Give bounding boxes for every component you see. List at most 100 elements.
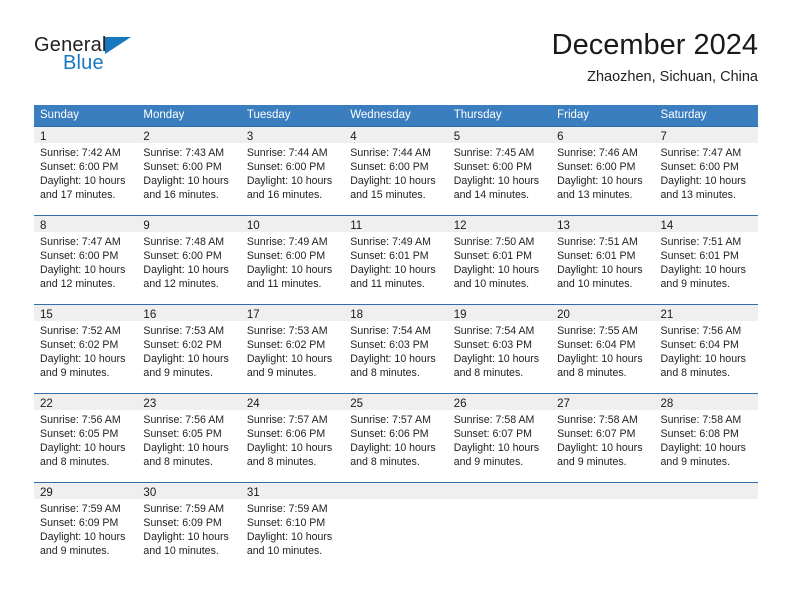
day-cell[interactable]: 27 Sunrise: 7:58 AM Sunset: 6:07 PM Dayl… bbox=[551, 394, 655, 482]
day-number: 12 bbox=[453, 220, 467, 232]
day-cell[interactable]: 7 Sunrise: 7:47 AM Sunset: 6:00 PM Dayli… bbox=[654, 127, 758, 215]
daylight-text-line1: Daylight: 10 hours bbox=[246, 531, 333, 543]
sunset-text: Sunset: 6:04 PM bbox=[660, 339, 739, 351]
daylight-text-line1: Daylight: 10 hours bbox=[660, 264, 746, 276]
daylight-text-line2: and 8 minutes. bbox=[246, 456, 317, 468]
sunrise-text: Sunrise: 7:48 AM bbox=[143, 236, 225, 248]
day-cell[interactable]: 22 Sunrise: 7:56 AM Sunset: 6:05 PM Dayl… bbox=[34, 394, 138, 482]
day-cell[interactable]: 9 Sunrise: 7:48 AM Sunset: 6:00 PM Dayli… bbox=[137, 216, 241, 304]
day-cell[interactable]: 1 Sunrise: 7:42 AM Sunset: 6:00 PM Dayli… bbox=[34, 127, 138, 215]
daylight-text-line2: and 12 minutes. bbox=[40, 278, 116, 290]
sunrise-text: Sunrise: 7:46 AM bbox=[557, 147, 638, 159]
weekday-header-sunday: Sunday bbox=[40, 109, 80, 121]
day-cell[interactable]: 15 Sunrise: 7:52 AM Sunset: 6:02 PM Dayl… bbox=[34, 305, 138, 393]
day-cell[interactable]: 17 Sunrise: 7:53 AM Sunset: 6:02 PM Dayl… bbox=[240, 305, 345, 393]
day-cell-empty bbox=[447, 483, 552, 571]
day-cell[interactable]: 26 Sunrise: 7:58 AM Sunset: 6:07 PM Dayl… bbox=[447, 394, 552, 482]
day-number: 9 bbox=[143, 220, 150, 232]
sunset-text: Sunset: 6:00 PM bbox=[557, 161, 636, 173]
day-cell[interactable]: 10 Sunrise: 7:49 AM Sunset: 6:00 PM Dayl… bbox=[240, 216, 345, 304]
day-cell[interactable]: 16 Sunrise: 7:53 AM Sunset: 6:02 PM Dayl… bbox=[137, 305, 241, 393]
sunrise-text: Sunrise: 7:59 AM bbox=[143, 503, 225, 515]
daylight-text-line2: and 8 minutes. bbox=[453, 367, 524, 379]
sunrise-text: Sunrise: 7:59 AM bbox=[40, 503, 121, 515]
day-number-band: 5 bbox=[447, 127, 552, 143]
day-details: Sunrise: 7:44 AM Sunset: 6:00 PM Dayligh… bbox=[241, 143, 344, 202]
daylight-text-line1: Daylight: 10 hours bbox=[350, 175, 436, 187]
day-details: Sunrise: 7:54 AM Sunset: 6:03 PM Dayligh… bbox=[344, 321, 447, 380]
calendar-page: General Blue December 2024 Zhaozhen, Sic… bbox=[0, 0, 792, 612]
day-cell[interactable]: 23 Sunrise: 7:56 AM Sunset: 6:05 PM Dayl… bbox=[137, 394, 241, 482]
day-number-band: 26 bbox=[447, 394, 552, 410]
daylight-text-line2: and 8 minutes. bbox=[350, 367, 420, 379]
daylight-text-line1: Daylight: 10 hours bbox=[40, 175, 126, 187]
day-cell[interactable]: 4 Sunrise: 7:44 AM Sunset: 6:00 PM Dayli… bbox=[344, 127, 448, 215]
general-blue-logo[interactable]: General Blue bbox=[34, 34, 154, 82]
day-details: Sunrise: 7:56 AM Sunset: 6:04 PM Dayligh… bbox=[655, 321, 758, 380]
day-details: Sunrise: 7:59 AM Sunset: 6:09 PM Dayligh… bbox=[137, 499, 240, 558]
daylight-text-line1: Daylight: 10 hours bbox=[143, 353, 229, 365]
daylight-text-line1: Daylight: 10 hours bbox=[143, 442, 229, 454]
day-number-band: 23 bbox=[137, 394, 241, 410]
daylight-text-line2: and 10 minutes. bbox=[246, 545, 323, 557]
daylight-text-line2: and 15 minutes. bbox=[350, 189, 426, 201]
daylight-text-line2: and 8 minutes. bbox=[40, 456, 110, 468]
sunrise-text: Sunrise: 7:42 AM bbox=[40, 147, 121, 159]
daylight-text-line1: Daylight: 10 hours bbox=[40, 531, 126, 543]
day-cell[interactable]: 19 Sunrise: 7:54 AM Sunset: 6:03 PM Dayl… bbox=[447, 305, 552, 393]
day-number-band: 22 bbox=[34, 394, 138, 410]
daylight-text-line1: Daylight: 10 hours bbox=[143, 175, 229, 187]
sunrise-text: Sunrise: 7:51 AM bbox=[660, 236, 742, 248]
daylight-text-line1: Daylight: 10 hours bbox=[660, 442, 746, 454]
day-cell[interactable]: 11 Sunrise: 7:49 AM Sunset: 6:01 PM Dayl… bbox=[344, 216, 448, 304]
day-number: 10 bbox=[246, 220, 260, 232]
sunset-text: Sunset: 6:00 PM bbox=[143, 161, 222, 173]
day-cell-empty bbox=[654, 483, 758, 571]
day-cell[interactable]: 24 Sunrise: 7:57 AM Sunset: 6:06 PM Dayl… bbox=[240, 394, 345, 482]
day-cell[interactable]: 3 Sunrise: 7:44 AM Sunset: 6:00 PM Dayli… bbox=[240, 127, 345, 215]
sunset-text: Sunset: 6:05 PM bbox=[40, 428, 119, 440]
sunrise-text: Sunrise: 7:54 AM bbox=[453, 325, 535, 337]
day-cell[interactable]: 29 Sunrise: 7:59 AM Sunset: 6:09 PM Dayl… bbox=[34, 483, 138, 571]
sunset-text: Sunset: 6:06 PM bbox=[350, 428, 429, 440]
sunset-text: Sunset: 6:03 PM bbox=[350, 339, 429, 351]
day-details: Sunrise: 7:52 AM Sunset: 6:02 PM Dayligh… bbox=[34, 321, 137, 380]
day-cell[interactable]: 28 Sunrise: 7:58 AM Sunset: 6:08 PM Dayl… bbox=[654, 394, 758, 482]
day-number: 2 bbox=[143, 131, 150, 143]
day-cell[interactable]: 20 Sunrise: 7:55 AM Sunset: 6:04 PM Dayl… bbox=[551, 305, 655, 393]
week-row: 15 Sunrise: 7:52 AM Sunset: 6:02 PM Dayl… bbox=[34, 304, 758, 393]
day-number-band: 2 bbox=[137, 127, 241, 143]
day-cell[interactable]: 2 Sunrise: 7:43 AM Sunset: 6:00 PM Dayli… bbox=[137, 127, 241, 215]
daylight-text-line1: Daylight: 10 hours bbox=[350, 442, 436, 454]
sunset-text: Sunset: 6:07 PM bbox=[453, 428, 533, 440]
day-number: 24 bbox=[246, 398, 260, 410]
day-cell[interactable]: 6 Sunrise: 7:46 AM Sunset: 6:00 PM Dayli… bbox=[551, 127, 655, 215]
week-row: 29 Sunrise: 7:59 AM Sunset: 6:09 PM Dayl… bbox=[34, 482, 758, 571]
day-number-band: 27 bbox=[551, 394, 655, 410]
daylight-text-line2: and 9 minutes. bbox=[40, 367, 110, 379]
day-cell[interactable]: 25 Sunrise: 7:57 AM Sunset: 6:06 PM Dayl… bbox=[344, 394, 448, 482]
day-number: 23 bbox=[143, 398, 157, 410]
sunrise-text: Sunrise: 7:54 AM bbox=[350, 325, 431, 337]
sunset-text: Sunset: 6:10 PM bbox=[246, 517, 326, 529]
week-row: 8 Sunrise: 7:47 AM Sunset: 6:00 PM Dayli… bbox=[34, 215, 758, 304]
daylight-text-line2: and 10 minutes. bbox=[453, 278, 530, 290]
day-number: 29 bbox=[40, 487, 53, 499]
sunrise-text: Sunrise: 7:50 AM bbox=[453, 236, 535, 248]
daylight-text-line2: and 12 minutes. bbox=[143, 278, 219, 290]
day-cell[interactable]: 21 Sunrise: 7:56 AM Sunset: 6:04 PM Dayl… bbox=[654, 305, 758, 393]
sunset-text: Sunset: 6:04 PM bbox=[557, 339, 636, 351]
day-number: 22 bbox=[40, 398, 53, 410]
day-cell[interactable]: 5 Sunrise: 7:45 AM Sunset: 6:00 PM Dayli… bbox=[447, 127, 552, 215]
day-cell[interactable]: 8 Sunrise: 7:47 AM Sunset: 6:00 PM Dayli… bbox=[34, 216, 138, 304]
daylight-text-line1: Daylight: 10 hours bbox=[557, 442, 643, 454]
day-cell-empty bbox=[551, 483, 655, 571]
day-cell[interactable]: 31 Sunrise: 7:59 AM Sunset: 6:10 PM Dayl… bbox=[240, 483, 345, 571]
day-cell[interactable]: 14 Sunrise: 7:51 AM Sunset: 6:01 PM Dayl… bbox=[654, 216, 758, 304]
day-cell[interactable]: 13 Sunrise: 7:51 AM Sunset: 6:01 PM Dayl… bbox=[551, 216, 655, 304]
day-cell[interactable]: 30 Sunrise: 7:59 AM Sunset: 6:09 PM Dayl… bbox=[137, 483, 241, 571]
day-cell[interactable]: 18 Sunrise: 7:54 AM Sunset: 6:03 PM Dayl… bbox=[344, 305, 448, 393]
sunset-text: Sunset: 6:08 PM bbox=[660, 428, 739, 440]
sunrise-text: Sunrise: 7:43 AM bbox=[143, 147, 225, 159]
day-cell[interactable]: 12 Sunrise: 7:50 AM Sunset: 6:01 PM Dayl… bbox=[447, 216, 552, 304]
